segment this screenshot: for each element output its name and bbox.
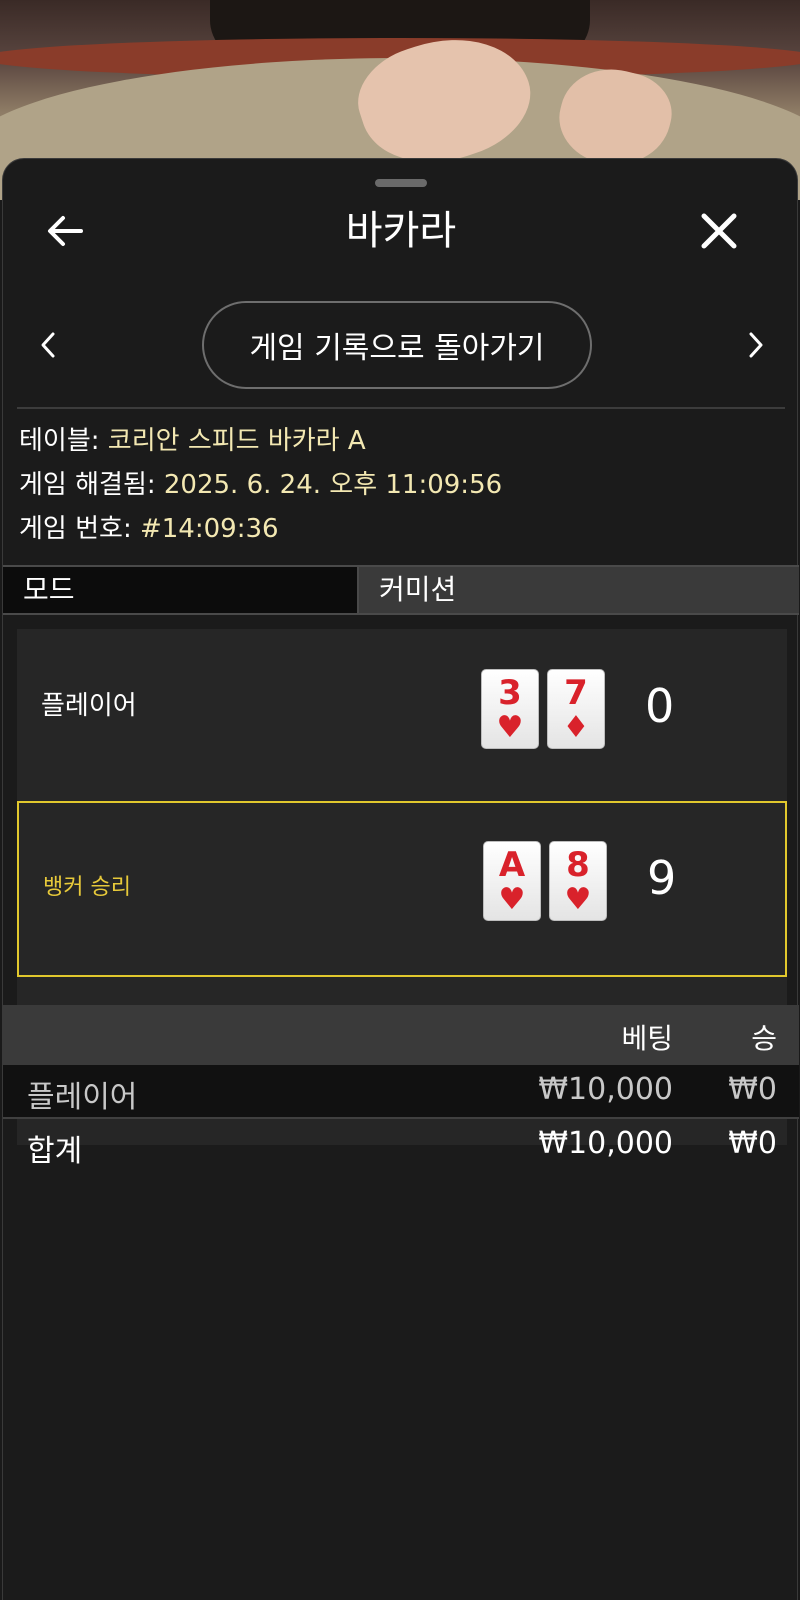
arrow-left-icon — [48, 216, 83, 246]
total-bet-amount: ₩10,000 — [538, 1126, 673, 1161]
playing-card: 8 ♥ — [549, 841, 607, 921]
banker-result-row: 뱅커 승리 A ♥ 8 ♥ 9 — [17, 801, 787, 977]
heart-suit-icon: ♥ — [564, 882, 592, 917]
banker-score: 9 — [647, 851, 677, 905]
table-info: 테이블: 코리안 스피드 바카라 A — [19, 419, 779, 463]
banker-label: 뱅커 승리 — [43, 875, 131, 900]
bet-table-header: 베팅 승 — [3, 1005, 799, 1065]
chevron-right-icon — [749, 332, 763, 358]
banker-cards: A ♥ 8 ♥ — [483, 841, 607, 921]
close-button[interactable] — [689, 201, 749, 261]
tab-mode[interactable]: 모드 — [3, 567, 359, 613]
playing-card: 7 ♦ — [547, 669, 605, 749]
total-label: 합계 — [27, 1134, 83, 1169]
win-column-header: 승 — [751, 1022, 777, 1055]
drag-handle[interactable] — [375, 179, 427, 187]
total-win-amount: ₩0 — [728, 1126, 777, 1161]
total-row: 합계 ₩10,000 ₩0 — [3, 1119, 799, 1173]
tab-bar: 모드 커미션 — [3, 565, 799, 615]
previous-game-button[interactable] — [19, 315, 79, 375]
game-navigation: 게임 기록으로 돌아가기 — [3, 299, 799, 391]
next-game-button[interactable] — [725, 315, 785, 375]
bet-summary-table: 베팅 승 플레이어 ₩10,000 ₩0 합계 ₩10,000 ₩0 — [3, 1005, 799, 1173]
resolved-value: 2025. 6. 24. 오후 11:09:56 — [163, 470, 503, 500]
player-label: 플레이어 — [41, 691, 137, 721]
player-cards: 3 ♥ 7 ♦ — [481, 669, 605, 749]
player-result-row: 플레이어 3 ♥ 7 ♦ 0 — [17, 629, 787, 801]
game-number-info: 게임 번호: #14:09:36 — [19, 507, 779, 551]
table-row: 플레이어 ₩10,000 ₩0 — [3, 1065, 799, 1119]
game-detail-sheet: 바카라 게임 기록으로 돌아가기 테이블: 코리안 스피드 바카라 A 게임 해… — [2, 158, 799, 1600]
resolved-info: 게임 해결됨: 2025. 6. 24. 오후 11:09:56 — [19, 463, 779, 507]
card-rank: 3 — [498, 673, 522, 713]
win-amount: ₩0 — [728, 1072, 777, 1107]
close-icon — [701, 213, 737, 249]
back-button[interactable] — [35, 201, 95, 261]
playing-card: A ♥ — [483, 841, 541, 921]
bet-amount: ₩10,000 — [538, 1072, 673, 1107]
table-label: 테이블: — [19, 426, 108, 456]
bet-column-header: 베팅 — [621, 1022, 673, 1055]
page-title: 바카라 — [345, 208, 457, 254]
game-number-value: #14:09:36 — [139, 514, 279, 544]
resolved-label: 게임 해결됨: — [19, 470, 164, 500]
bet-name: 플레이어 — [27, 1080, 138, 1115]
heart-suit-icon: ♥ — [498, 882, 526, 917]
table-value: 코리안 스피드 바카라 A — [107, 426, 366, 456]
card-rank: A — [498, 845, 526, 885]
card-rank: 7 — [564, 673, 588, 713]
player-score: 0 — [645, 679, 675, 733]
heart-suit-icon: ♥ — [496, 710, 524, 745]
divider — [17, 407, 785, 409]
chevron-left-icon — [41, 332, 55, 358]
card-rank: 8 — [566, 845, 590, 885]
game-number-label: 게임 번호: — [19, 514, 140, 544]
back-to-history-button[interactable]: 게임 기록으로 돌아가기 — [202, 301, 592, 389]
playing-card: 3 ♥ — [481, 669, 539, 749]
game-info: 테이블: 코리안 스피드 바카라 A 게임 해결됨: 2025. 6. 24. … — [19, 419, 779, 551]
diamond-suit-icon: ♦ — [562, 710, 590, 745]
tab-commission[interactable]: 커미션 — [359, 567, 799, 613]
